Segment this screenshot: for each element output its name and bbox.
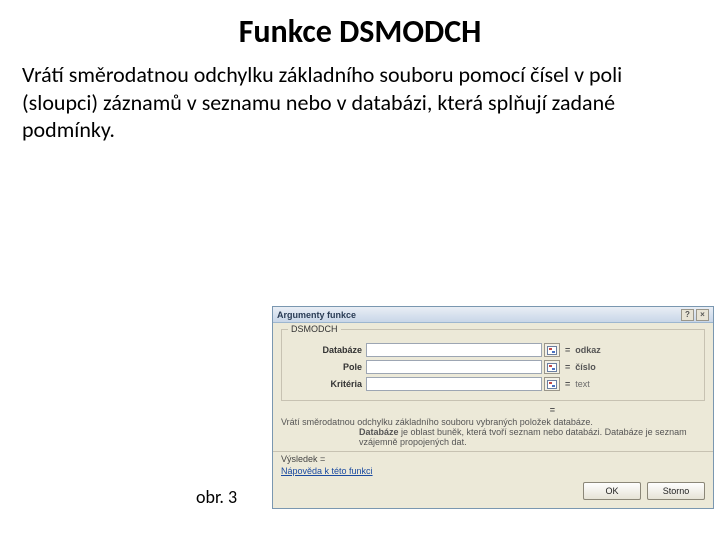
equals-sign: = <box>565 379 570 389</box>
explanation-block: = Vrátí směrodatnou odchylku základního … <box>281 405 705 447</box>
explanation-line-1: Vrátí směrodatnou odchylku základního so… <box>281 417 705 427</box>
kriteria-input[interactable] <box>366 377 542 391</box>
database-input[interactable] <box>366 343 542 357</box>
figure-caption: obr. 3 <box>196 486 237 508</box>
database-label: Databáze <box>288 345 366 355</box>
page-title: Funkce DSMODCH <box>0 0 720 57</box>
explanation-rest: je oblast buněk, která tvoří seznam nebo… <box>359 427 687 447</box>
dialog-title: Argumenty funkce <box>277 310 356 320</box>
function-groupbox: DSMODCH Databáze = odkaz Pole = číslo Kr… <box>281 329 705 401</box>
help-link[interactable]: Nápověda k této funkci <box>281 466 373 476</box>
bottom-row: Nápověda k této funkci <box>281 466 705 476</box>
dialog-titlebar: Argumenty funkce ? × <box>273 307 713 323</box>
function-name-label: DSMODCH <box>288 324 341 334</box>
result-label: Výsledek = <box>281 454 325 464</box>
kriteria-label: Kritéria <box>288 379 366 389</box>
equals-sign: = <box>565 345 570 355</box>
result-equals-line: = <box>281 405 705 415</box>
field-row-database: Databáze = odkaz <box>288 343 698 357</box>
range-picker-icon[interactable] <box>544 377 560 391</box>
help-icon[interactable]: ? <box>681 309 694 321</box>
kriteria-hint: text <box>575 379 590 389</box>
pole-label: Pole <box>288 362 366 372</box>
ok-button[interactable]: OK <box>583 482 641 500</box>
equals-sign: = <box>565 362 570 372</box>
result-row: Výsledek = <box>281 454 705 464</box>
database-hint: odkaz <box>575 345 601 355</box>
field-row-pole: Pole = číslo <box>288 360 698 374</box>
range-picker-icon[interactable] <box>544 343 560 357</box>
explanation-bold-label: Databáze <box>359 427 399 437</box>
explanation-line-2: Databáze je oblast buněk, která tvoří se… <box>281 427 705 447</box>
pole-input[interactable] <box>366 360 542 374</box>
close-icon[interactable]: × <box>696 309 709 321</box>
pole-hint: číslo <box>575 362 596 372</box>
function-arguments-dialog: Argumenty funkce ? × DSMODCH Databáze = … <box>272 306 714 509</box>
field-row-kriteria: Kritéria = text <box>288 377 698 391</box>
page-description: Vrátí směrodatnou odchylku základního so… <box>0 57 720 144</box>
button-bar: OK Storno <box>273 478 713 508</box>
divider <box>273 451 713 452</box>
cancel-button[interactable]: Storno <box>647 482 705 500</box>
range-picker-icon[interactable] <box>544 360 560 374</box>
